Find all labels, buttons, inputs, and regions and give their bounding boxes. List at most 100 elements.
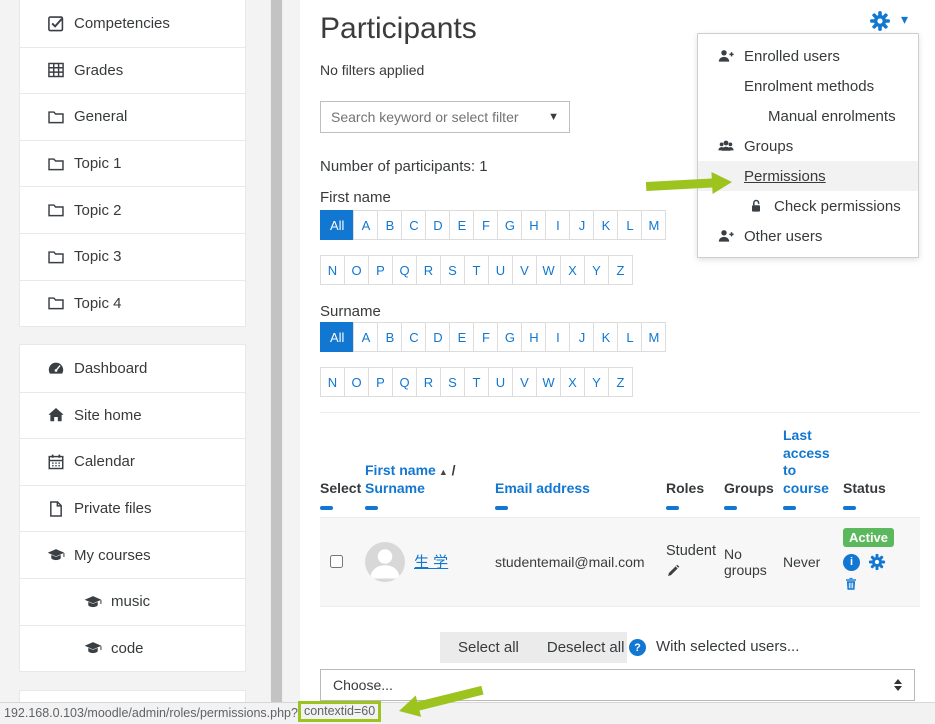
first-name-letter-m[interactable]: M (641, 210, 666, 240)
collapse-last-access-icon[interactable] (783, 506, 796, 510)
info-icon[interactable]: i (843, 554, 860, 571)
first-name-letter-d[interactable]: D (425, 210, 450, 240)
user-profile-link[interactable]: 生 学 (414, 551, 448, 572)
sort-email-link[interactable]: Email address (495, 480, 590, 496)
sidebar-item-topic-3[interactable]: Topic 3 (20, 233, 245, 280)
course-gear-button[interactable] (869, 10, 891, 32)
sidebar-item-dashboard[interactable]: Dashboard (20, 345, 245, 392)
drawer-scrollbar-thumb[interactable] (271, 0, 282, 702)
first-name-letter-s[interactable]: S (440, 255, 465, 285)
row-select-checkbox[interactable] (330, 555, 343, 568)
surname-letter-g[interactable]: G (497, 322, 522, 352)
menu-item-manual-enrolments[interactable]: Manual enrolments (698, 101, 918, 131)
sidebar-item-site-home[interactable]: Site home (20, 392, 245, 439)
surname-letter-f[interactable]: F (473, 322, 498, 352)
first-name-letter-e[interactable]: E (449, 210, 474, 240)
menu-item-groups[interactable]: Groups (698, 131, 918, 161)
trash-icon[interactable] (843, 576, 859, 592)
first-name-letter-p[interactable]: P (368, 255, 393, 285)
sidebar-item-private-files[interactable]: Private files (20, 485, 245, 532)
sidebar-item-code[interactable]: code (20, 625, 245, 672)
surname-letter-b[interactable]: B (377, 322, 402, 352)
deselect-all-button[interactable]: Deselect all (547, 639, 625, 656)
sort-last-access-link[interactable]: Last access to course (783, 427, 830, 496)
surname-letter-v[interactable]: V (512, 367, 537, 397)
select-all-button[interactable]: Select all (458, 639, 519, 656)
sidebar-item-general[interactable]: General (20, 93, 245, 140)
help-icon[interactable]: ? (629, 639, 646, 656)
collapse-status-icon[interactable] (843, 506, 856, 510)
menu-item-permissions[interactable]: Permissions (698, 161, 918, 191)
sort-surname-link[interactable]: Surname (365, 480, 425, 496)
first-name-letter-f[interactable]: F (473, 210, 498, 240)
surname-letter-i[interactable]: I (545, 322, 570, 352)
surname-letter-r[interactable]: R (416, 367, 441, 397)
surname-letter-l[interactable]: L (617, 322, 642, 352)
surname-letter-u[interactable]: U (488, 367, 513, 397)
surname-letter-d[interactable]: D (425, 322, 450, 352)
filter-dropdown-caret-icon[interactable]: ▼ (548, 111, 569, 123)
collapse-email-icon[interactable] (495, 506, 508, 510)
avatar[interactable] (365, 542, 405, 582)
first-name-letter-b[interactable]: B (377, 210, 402, 240)
first-name-letter-x[interactable]: X (560, 255, 585, 285)
sidebar-item-calendar[interactable]: Calendar (20, 438, 245, 485)
surname-letter-m[interactable]: M (641, 322, 666, 352)
surname-letter-s[interactable]: S (440, 367, 465, 397)
surname-letter-k[interactable]: K (593, 322, 618, 352)
surname-letter-c[interactable]: C (401, 322, 426, 352)
surname-letter-x[interactable]: X (560, 367, 585, 397)
first-name-letter-z[interactable]: Z (608, 255, 633, 285)
sidebar-item-topic-4[interactable]: Topic 4 (20, 280, 245, 327)
sidebar-item-grades[interactable]: Grades (20, 47, 245, 94)
first-name-letter-c[interactable]: C (401, 210, 426, 240)
surname-letter-p[interactable]: P (368, 367, 393, 397)
menu-item-enrolled-users[interactable]: Enrolled users (698, 41, 918, 71)
surname-letter-t[interactable]: T (464, 367, 489, 397)
collapse-groups-icon[interactable] (724, 506, 737, 510)
surname-letter-h[interactable]: H (521, 322, 546, 352)
participants-filter-box[interactable]: ▼ (320, 101, 570, 133)
gear-icon[interactable] (868, 553, 886, 571)
sort-first-name-link[interactable]: First name (365, 462, 436, 478)
sidebar-item-music[interactable]: music (20, 578, 245, 625)
surname-letter-o[interactable]: O (344, 367, 369, 397)
first-name-letter-o[interactable]: O (344, 255, 369, 285)
surname-letter-y[interactable]: Y (584, 367, 609, 397)
first-name-letter-u[interactable]: U (488, 255, 513, 285)
first-name-letter-l[interactable]: L (617, 210, 642, 240)
surname-letter-e[interactable]: E (449, 322, 474, 352)
with-selected-users-select[interactable]: Choose... (320, 669, 915, 701)
first-name-letter-v[interactable]: V (512, 255, 537, 285)
first-name-letter-y[interactable]: Y (584, 255, 609, 285)
sidebar-item-topic-2[interactable]: Topic 2 (20, 186, 245, 233)
drawer-scrollbar-track[interactable] (270, 0, 283, 702)
surname-letter-all[interactable]: All (320, 322, 354, 352)
first-name-letter-a[interactable]: A (353, 210, 378, 240)
surname-letter-a[interactable]: A (353, 322, 378, 352)
menu-item-enrolment-methods[interactable]: Enrolment methods (698, 71, 918, 101)
first-name-letter-q[interactable]: Q (392, 255, 417, 285)
collapse-name-icon[interactable] (365, 506, 378, 510)
first-name-letter-k[interactable]: K (593, 210, 618, 240)
sidebar-item-competencies[interactable]: Competencies (20, 0, 245, 47)
surname-letter-w[interactable]: W (536, 367, 561, 397)
edit-icon[interactable] (666, 563, 681, 578)
first-name-letter-all[interactable]: All (320, 210, 354, 240)
search-input[interactable] (321, 109, 548, 125)
first-name-letter-j[interactable]: J (569, 210, 594, 240)
first-name-letter-h[interactable]: H (521, 210, 546, 240)
collapse-roles-icon[interactable] (666, 506, 679, 510)
surname-letter-j[interactable]: J (569, 322, 594, 352)
chevron-down-icon[interactable]: ▾ (901, 11, 908, 28)
sidebar-item-topic-1[interactable]: Topic 1 (20, 140, 245, 187)
first-name-letter-n[interactable]: N (320, 255, 345, 285)
surname-letter-z[interactable]: Z (608, 367, 633, 397)
first-name-letter-t[interactable]: T (464, 255, 489, 285)
menu-item-other-users[interactable]: Other users (698, 221, 918, 251)
collapse-select-icon[interactable] (320, 506, 333, 510)
menu-item-check-permissions[interactable]: Check permissions (698, 191, 918, 221)
sidebar-item-my-courses[interactable]: My courses (20, 531, 245, 578)
surname-letter-q[interactable]: Q (392, 367, 417, 397)
first-name-letter-g[interactable]: G (497, 210, 522, 240)
